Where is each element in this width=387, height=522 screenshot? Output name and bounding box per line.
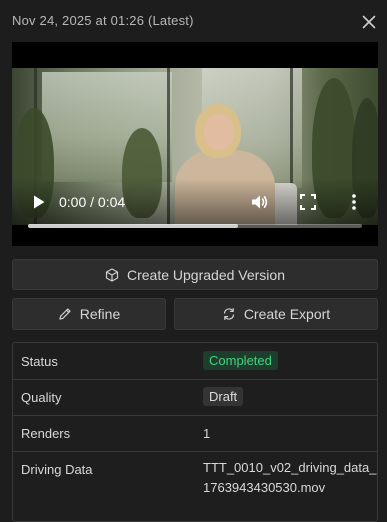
create-export-label: Create Export bbox=[243, 306, 331, 322]
table-row: Renders 1 bbox=[13, 415, 377, 452]
volume-icon bbox=[252, 195, 268, 209]
table-row: Driving Data TTT_0010_v02_driving_data_ … bbox=[13, 451, 377, 521]
play-icon bbox=[34, 195, 45, 209]
status-value: Completed bbox=[203, 351, 278, 370]
more-options-button[interactable] bbox=[347, 192, 361, 212]
driving-data-filename-line2: 1763943430530.mov bbox=[203, 480, 326, 495]
video-controls: 0:00 / 0:04 bbox=[12, 188, 378, 228]
quality-badge: Draft bbox=[203, 387, 244, 406]
panel-header: Nov 24, 2025 at 01:26 (Latest) bbox=[0, 0, 387, 42]
driving-data-value[interactable]: TTT_0010_v02_driving_data_ 1763943430530… bbox=[203, 458, 376, 498]
renders-label: Renders bbox=[21, 426, 71, 441]
renders-value: 1 bbox=[203, 426, 211, 441]
buffered-indicator bbox=[28, 224, 239, 228]
quality-label: Quality bbox=[21, 390, 62, 405]
more-vertical-icon bbox=[352, 194, 356, 210]
close-icon bbox=[362, 15, 376, 29]
driving-data-filename-line1: TTT_0010_v02_driving_data_ bbox=[203, 460, 377, 475]
table-row: Quality Draft bbox=[13, 379, 377, 416]
play-button[interactable] bbox=[31, 194, 47, 210]
create-export-button[interactable]: Create Export bbox=[174, 298, 378, 330]
video-progress-bar[interactable] bbox=[28, 224, 362, 228]
create-upgraded-version-button[interactable]: Create Upgraded Version bbox=[12, 259, 378, 290]
time-display: 0:00 / 0:04 bbox=[59, 194, 126, 210]
table-row: Status Completed bbox=[13, 343, 377, 380]
quality-value: Draft bbox=[203, 387, 244, 406]
details-table: Status Completed Quality Draft Renders 1… bbox=[12, 342, 378, 522]
fullscreen-button[interactable] bbox=[299, 193, 317, 211]
video-player[interactable]: 0:00 / 0:04 bbox=[12, 42, 378, 246]
create-upgraded-version-label: Create Upgraded Version bbox=[127, 266, 285, 283]
refine-button[interactable]: Refine bbox=[12, 298, 166, 330]
version-title: Nov 24, 2025 at 01:26 (Latest) bbox=[12, 13, 194, 28]
status-badge: Completed bbox=[203, 351, 278, 370]
volume-button[interactable] bbox=[250, 192, 270, 212]
driving-data-label: Driving Data bbox=[21, 462, 93, 477]
pencil-icon bbox=[59, 308, 71, 320]
status-label: Status bbox=[21, 354, 58, 369]
fullscreen-icon bbox=[300, 194, 316, 210]
refresh-icon bbox=[223, 308, 234, 320]
cube-icon bbox=[105, 267, 119, 282]
close-button[interactable] bbox=[357, 10, 381, 34]
refine-label: Refine bbox=[79, 306, 121, 322]
